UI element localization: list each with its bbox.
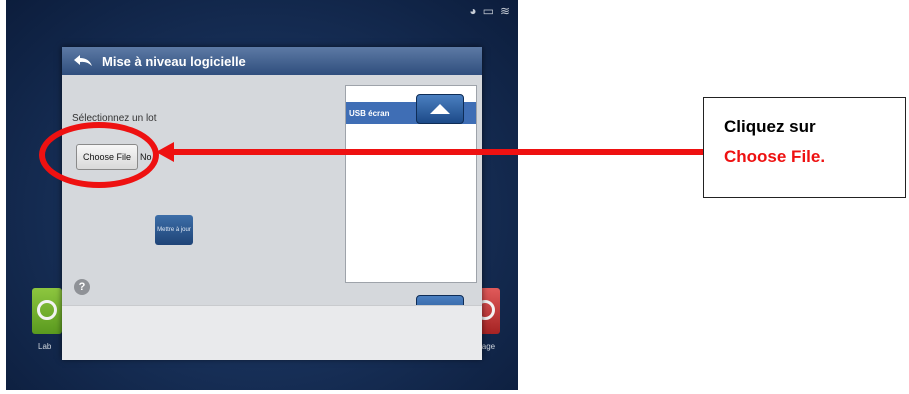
annotation-arrow-line — [168, 149, 703, 155]
status-icon-gps: ◕ — [469, 4, 477, 18]
status-icon-display: ▭ — [482, 4, 494, 18]
annotation-arrow-head — [156, 142, 174, 162]
help-icon[interactable]: ? — [74, 279, 90, 295]
dialog-body: Sélectionnez un lot Choose File No Mettr… — [62, 75, 482, 325]
back-arrow-icon[interactable] — [72, 54, 94, 68]
wheel-icon — [37, 300, 57, 320]
instruction-callout: Cliquez sur Choose File. — [703, 97, 906, 198]
callout-line-1: Cliquez sur — [724, 117, 816, 136]
update-button[interactable]: Mettre à jour — [155, 215, 193, 245]
dialog-header: Mise à niveau logicielle — [62, 47, 482, 75]
dialog-footer — [62, 305, 482, 360]
software-update-dialog: Mise à niveau logicielle Sélectionnez un… — [62, 47, 482, 360]
chevron-up-icon — [430, 104, 450, 114]
status-icons: ◕ ▭ ≋ — [469, 4, 510, 18]
background-app-label-left: Lab — [38, 342, 52, 351]
scroll-up-button[interactable] — [416, 94, 464, 124]
background-app-tile-left[interactable] — [32, 288, 62, 334]
callout-line-2: Choose File. — [724, 147, 826, 166]
device-screen: ◕ ▭ ≋ Lab lage Mise à niveau logicielle … — [6, 0, 518, 390]
dialog-title: Mise à niveau logicielle — [102, 53, 246, 69]
highlight-ellipse — [39, 122, 159, 188]
status-icon-signal: ≋ — [499, 4, 510, 18]
background-app-label-right: lage — [480, 342, 496, 351]
